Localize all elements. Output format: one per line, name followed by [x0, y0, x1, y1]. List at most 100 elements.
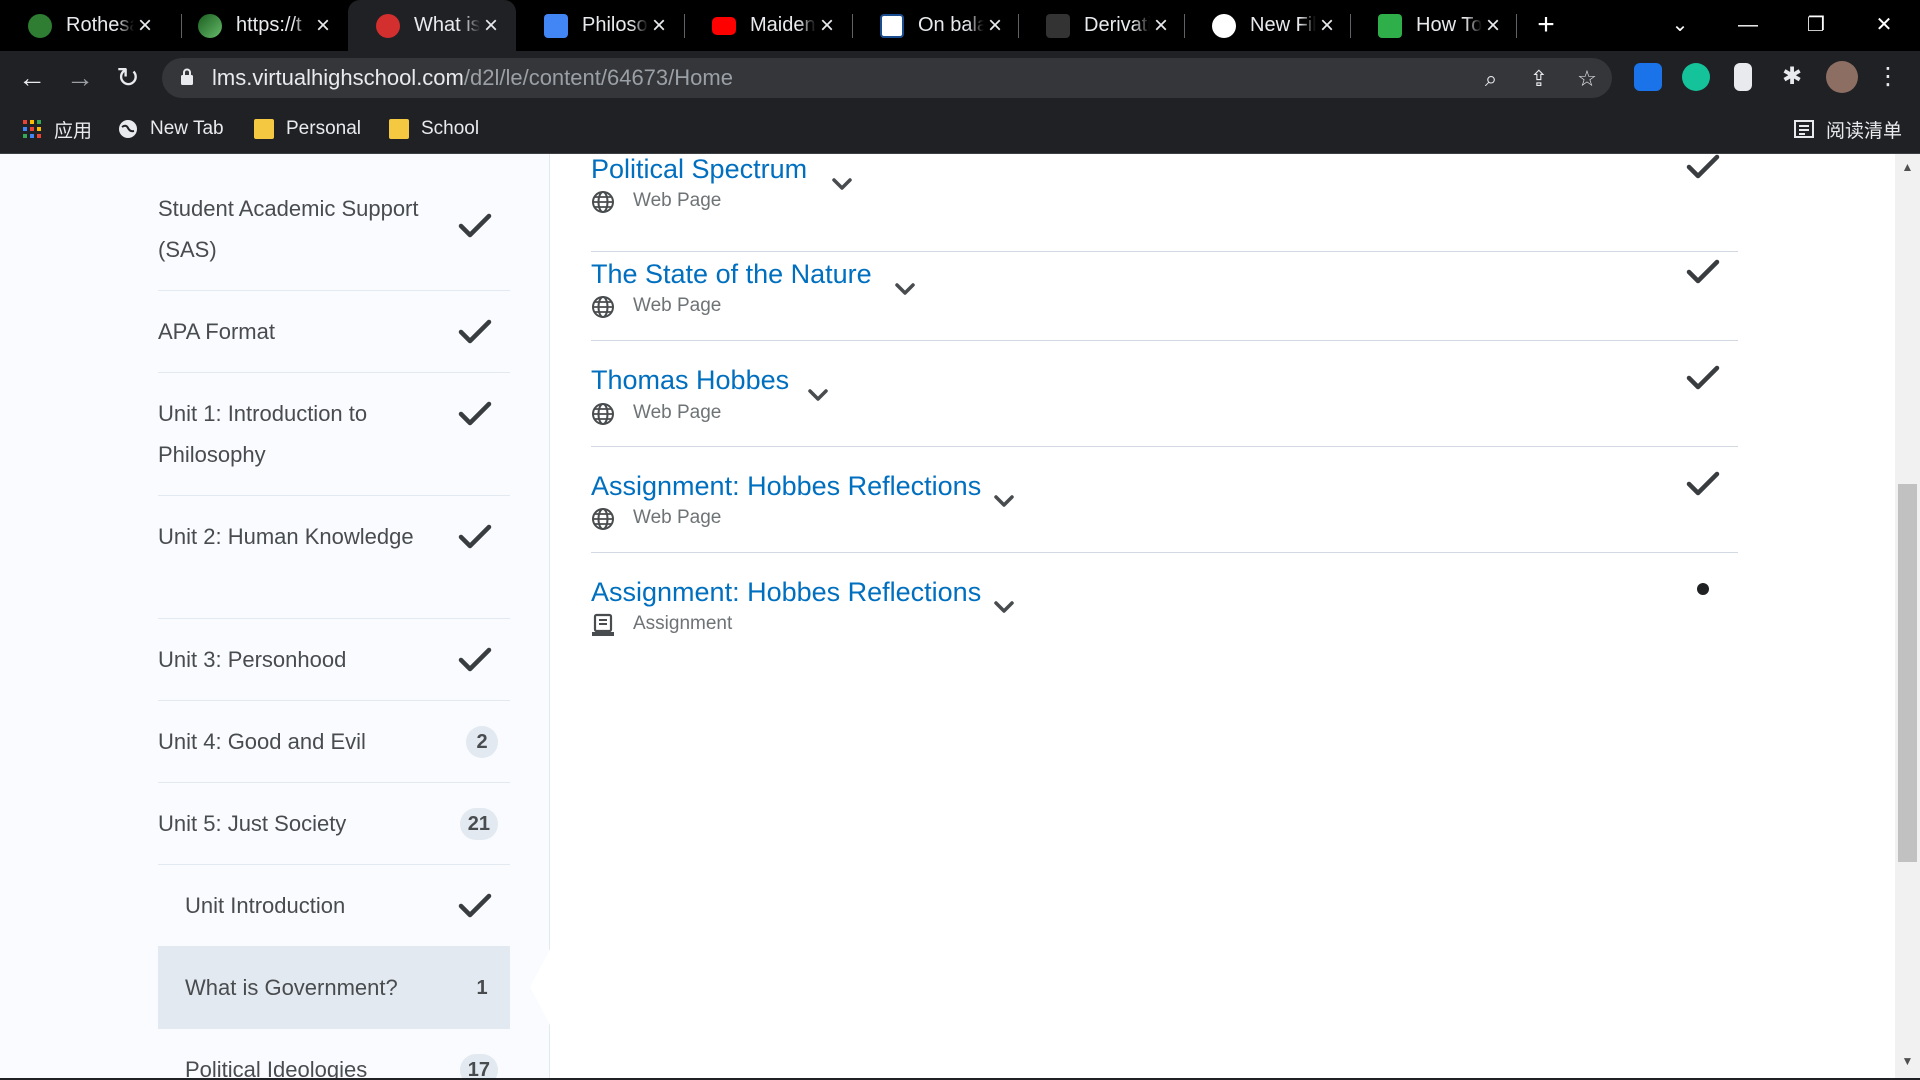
- page-scrollbar[interactable]: ▲ ▼: [1895, 154, 1920, 1080]
- topic-row[interactable]: Thomas Hobbes Web Page: [591, 341, 1738, 447]
- derivative-icon: [1046, 13, 1070, 38]
- check-icon: [458, 213, 492, 239]
- check-icon: [1686, 154, 1720, 180]
- bookmark-apps[interactable]: 应用: [22, 115, 92, 143]
- topic-link-political-spectrum[interactable]: Political Spectrum: [591, 154, 807, 185]
- assignment-icon: [591, 613, 615, 637]
- selection-notch: [530, 947, 551, 1027]
- topic-link-hobbes-reflections-assignment[interactable]: Assignment: Hobbes Reflections: [591, 577, 981, 608]
- close-tab-icon[interactable]: ×: [312, 13, 334, 37]
- topic-row[interactable]: Assignment: Hobbes Reflections Assignmen…: [591, 553, 1738, 659]
- globe-icon: [591, 402, 615, 426]
- bookmark-star-icon[interactable]: ☆: [1574, 66, 1600, 92]
- close-tab-icon[interactable]: ×: [1150, 13, 1172, 37]
- check-icon: [1686, 471, 1720, 497]
- tab-strip: Rothesa × https://t × What is × Philosop…: [0, 0, 1920, 51]
- sidebar-item-unit-4[interactable]: Unit 4: Good and Evil 2: [158, 701, 510, 783]
- folder-icon: [389, 119, 409, 139]
- address-bar[interactable]: lms.virtualhighschool.com/d2l/le/content…: [162, 58, 1612, 98]
- close-tab-icon[interactable]: ×: [480, 13, 502, 37]
- tab-what-is-government[interactable]: What is ×: [348, 0, 516, 51]
- chevron-down-icon[interactable]: [807, 388, 829, 402]
- bookmark-folder-school[interactable]: School: [389, 115, 479, 143]
- reading-list-button[interactable]: 阅读清单: [1794, 115, 1902, 143]
- close-tab-icon[interactable]: ×: [984, 13, 1006, 37]
- apple-icon: [376, 13, 400, 38]
- topic-type: Web Page: [633, 507, 722, 528]
- browser-menu-icon[interactable]: ⋮: [1874, 63, 1902, 91]
- tab-on-balance[interactable]: On bala ×: [852, 0, 1020, 51]
- restore-button[interactable]: ❐: [1796, 10, 1836, 40]
- check-icon: [458, 401, 492, 427]
- topic-type: Assignment: [633, 613, 733, 634]
- topic-link-thomas-hobbes[interactable]: Thomas Hobbes: [591, 365, 789, 396]
- youtube-icon: [712, 16, 736, 35]
- bookmark-new-tab[interactable]: New Tab: [118, 115, 224, 143]
- chevron-down-icon[interactable]: [993, 494, 1015, 508]
- close-tab-icon[interactable]: ×: [816, 13, 838, 37]
- url-text: lms.virtualhighschool.com/d2l/le/content…: [212, 65, 733, 90]
- scrollbar-thumb[interactable]: [1898, 484, 1917, 862]
- sidebar-item-unit-1[interactable]: Unit 1: Introduction to Philosophy: [158, 373, 510, 496]
- topic-row[interactable]: The State of the Nature Web Page: [591, 235, 1738, 341]
- topic-type: Web Page: [633, 402, 722, 423]
- sidebar-item-what-is-government[interactable]: What is Government? 1: [158, 947, 510, 1029]
- bookmark-folder-personal[interactable]: Personal: [254, 115, 361, 143]
- topic-link-hobbes-reflections-page[interactable]: Assignment: Hobbes Reflections: [591, 471, 981, 502]
- tab-philosophy-doc[interactable]: Philosop ×: [516, 0, 684, 51]
- minimize-button[interactable]: —: [1728, 10, 1768, 40]
- tab-maiden-youtube[interactable]: Maiden ×: [684, 0, 852, 51]
- back-button[interactable]: ←: [16, 62, 48, 94]
- tab-wikihow[interactable]: How To ×: [1350, 0, 1518, 51]
- reload-button[interactable]: ↻: [112, 62, 144, 94]
- wikihow-icon: [1378, 13, 1402, 38]
- topic-row[interactable]: Assignment: Hobbes Reflections Web Page: [591, 447, 1738, 553]
- folder-icon: [254, 119, 274, 139]
- scroll-up-arrow-icon[interactable]: ▲: [1900, 160, 1915, 174]
- chevron-down-icon[interactable]: [831, 177, 853, 191]
- grammarly-icon[interactable]: [1682, 63, 1710, 91]
- count-badge: 2: [466, 726, 498, 758]
- sidebar-item-sas[interactable]: Student Academic Support (SAS): [158, 168, 510, 291]
- eu-icon: [880, 13, 904, 38]
- close-tab-icon[interactable]: ×: [134, 13, 156, 37]
- zoom-icon[interactable]: ⌕: [1478, 66, 1504, 92]
- sidebar-item-unit-2[interactable]: Unit 2: Human Knowledge: [158, 496, 510, 619]
- extensions-puzzle-icon[interactable]: ✱: [1778, 63, 1806, 91]
- docs-icon: [544, 13, 568, 38]
- page-content: Student Academic Support (SAS) APA Forma…: [0, 154, 1920, 1080]
- tab-https[interactable]: https://t ×: [170, 0, 348, 51]
- forward-button[interactable]: →: [64, 62, 96, 94]
- tab-github-new-file[interactable]: New File ×: [1184, 0, 1352, 51]
- topic-link-state-of-nature[interactable]: The State of the Nature: [591, 259, 872, 290]
- sidebar-item-unit-3[interactable]: Unit 3: Personhood: [158, 619, 510, 701]
- close-tab-icon[interactable]: ×: [648, 13, 670, 37]
- tab-search-button[interactable]: ⌄: [1660, 10, 1700, 40]
- check-icon: [458, 524, 492, 550]
- sidebar-item-political-ideologies[interactable]: Political Ideologies 17: [158, 1029, 510, 1080]
- chevron-down-icon[interactable]: [993, 600, 1015, 614]
- bookmarks-bar: 应用 New Tab Personal School 阅读清单: [0, 105, 1920, 154]
- globe-icon: [591, 295, 615, 319]
- check-icon: [458, 647, 492, 673]
- chevron-down-icon[interactable]: [894, 282, 916, 296]
- sidebar-item-unit-introduction[interactable]: Unit Introduction: [158, 865, 510, 947]
- new-tab-button[interactable]: +: [1530, 10, 1562, 42]
- scroll-down-arrow-icon[interactable]: ▼: [1900, 1054, 1915, 1068]
- browser-toolbar: ← → ↻ lms.virtualhighschool.com/d2l/le/c…: [0, 51, 1920, 105]
- share-icon[interactable]: ⇪: [1526, 66, 1552, 92]
- sidebar-item-apa-format[interactable]: APA Format: [158, 291, 510, 373]
- tab-derivatives[interactable]: Derivati ×: [1018, 0, 1186, 51]
- topic-type: Web Page: [633, 190, 722, 211]
- extension-blue-icon[interactable]: [1634, 63, 1662, 91]
- check-icon: [1686, 259, 1720, 285]
- close-tab-icon[interactable]: ×: [1482, 13, 1504, 37]
- globe-icon: [591, 190, 615, 214]
- profile-avatar[interactable]: [1826, 61, 1858, 93]
- tab-rothesay[interactable]: Rothesa ×: [0, 0, 170, 51]
- upload-extension-icon[interactable]: [1734, 63, 1752, 91]
- close-tab-icon[interactable]: ×: [1316, 13, 1338, 37]
- close-window-button[interactable]: ✕: [1864, 10, 1904, 40]
- sidebar-item-unit-5[interactable]: Unit 5: Just Society 21: [158, 783, 510, 865]
- browser-chrome: Rothesa × https://t × What is × Philosop…: [0, 0, 1920, 154]
